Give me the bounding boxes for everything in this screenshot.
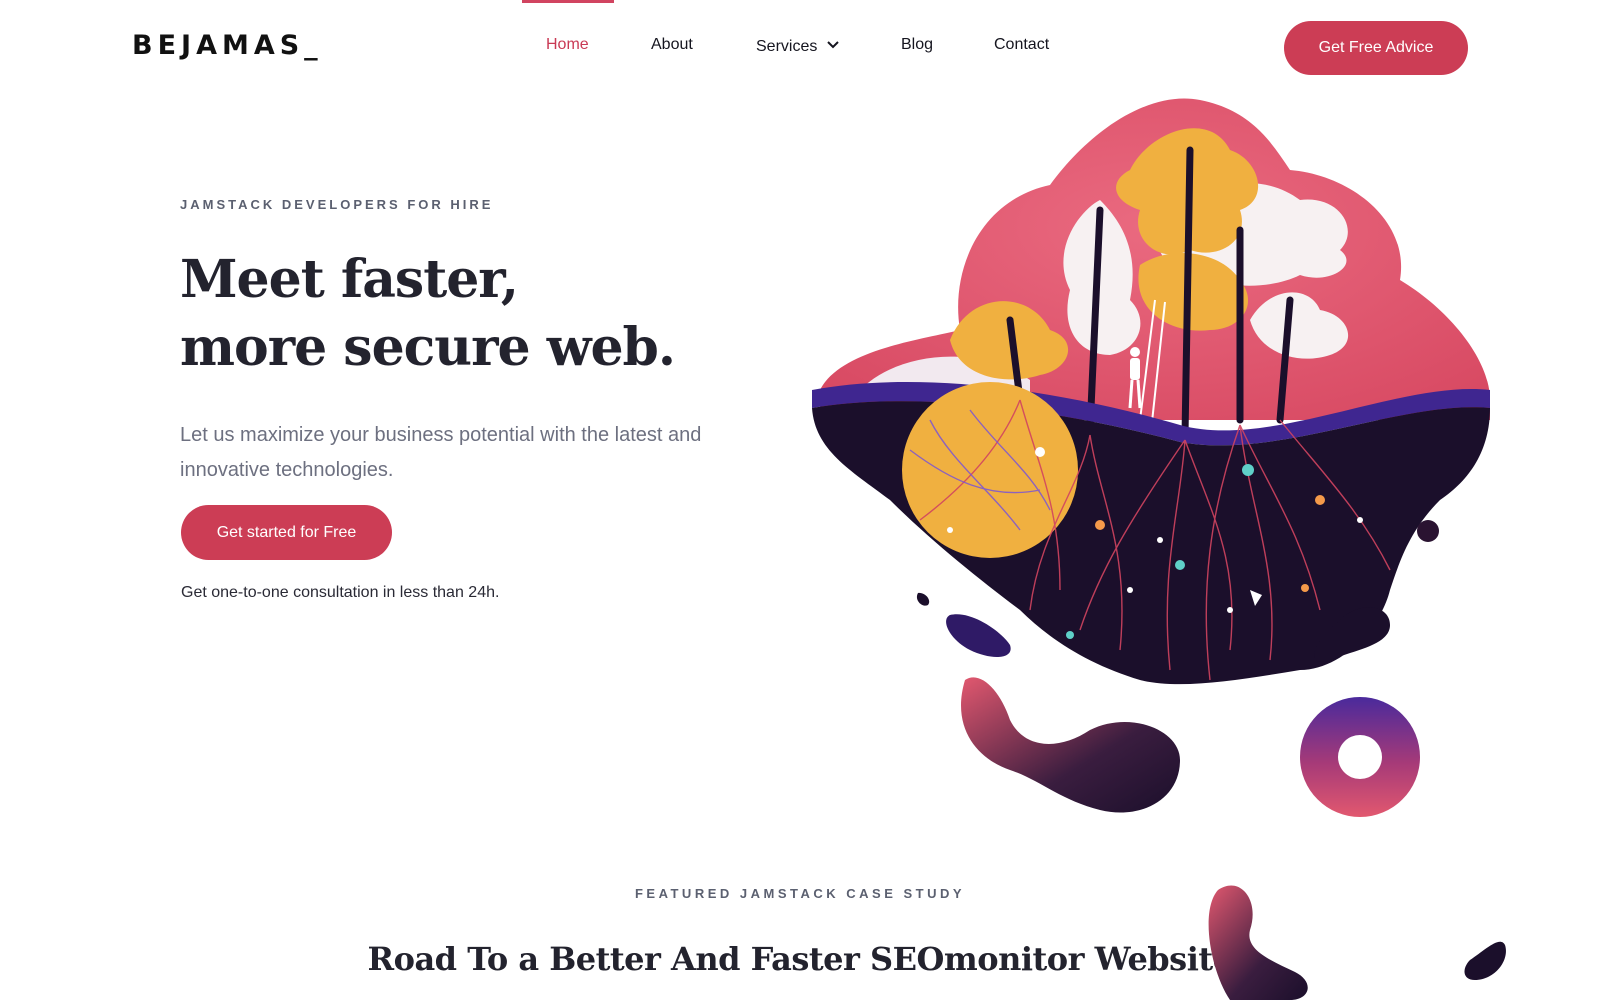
chevron-down-icon	[827, 36, 840, 54]
nav-contact[interactable]: Contact	[994, 36, 1049, 54]
hero-subtitle: Let us maximize your business potential …	[180, 424, 702, 481]
hero-illustration	[812, 98, 1490, 817]
nav-about[interactable]: About	[651, 36, 693, 54]
nav-services-label: Services	[756, 38, 818, 55]
nav-home[interactable]: Home	[546, 36, 589, 54]
hero-eyebrow: JAMSTACK DEVELOPERS FOR HIRE	[180, 197, 494, 212]
get-free-advice-button[interactable]: Get Free Advice	[1284, 21, 1468, 75]
hero-title-line-2: more secure web.	[180, 317, 676, 378]
nav-blog[interactable]: Blog	[901, 36, 933, 54]
site-header: BEJAMAS_ Home About Services Blog Contac…	[0, 0, 1600, 96]
hero-note: Get one-to-one consultation in less than…	[181, 584, 500, 601]
nav-services[interactable]: Services	[756, 36, 840, 56]
active-nav-indicator	[522, 0, 614, 3]
hero-title-line-1: Meet faster,	[180, 249, 519, 310]
get-started-button[interactable]: Get started for Free	[181, 505, 392, 560]
featured-decoration	[1208, 885, 1506, 1000]
hero-title: Meet faster, more secure web.	[180, 246, 820, 382]
